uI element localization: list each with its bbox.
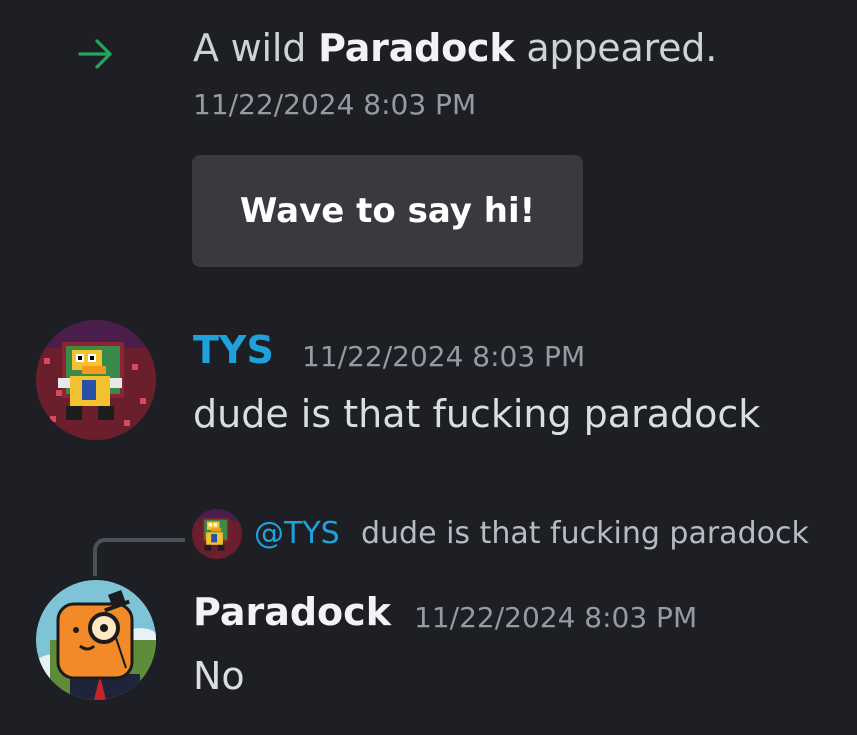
message-content: No	[193, 654, 245, 698]
orange-monocle-bot-avatar-icon	[36, 580, 156, 700]
username-tys[interactable]: TYS	[193, 328, 274, 372]
join-prefix: A wild	[193, 26, 319, 70]
join-timestamp: 11/22/2024 8:03 PM	[193, 88, 477, 121]
join-message-text: A wild Paradock appeared.	[193, 26, 717, 70]
reply-avatar-tys[interactable]	[192, 509, 242, 559]
message-timestamp: 11/22/2024 8:03 PM	[302, 340, 586, 373]
pixel-duck-avatar-small-icon	[192, 509, 242, 559]
reply-mention[interactable]: @TYS	[254, 516, 340, 551]
join-suffix: appeared.	[514, 26, 718, 70]
message-content: dude is that fucking paradock	[193, 392, 761, 436]
pixel-duck-avatar-icon	[36, 320, 156, 440]
joined-username[interactable]: Paradock	[318, 26, 515, 70]
reply-spine	[93, 538, 185, 576]
reply-preview-text[interactable]: dude is that fucking paradock	[361, 516, 809, 551]
username-paradock[interactable]: Paradock	[193, 590, 391, 634]
avatar-paradock[interactable]	[36, 580, 156, 700]
message-timestamp: 11/22/2024 8:03 PM	[414, 601, 698, 634]
join-arrow-icon	[78, 39, 112, 69]
chat-messages: A wild Paradock appeared. 11/22/2024 8:0…	[0, 0, 857, 735]
wave-to-say-hi-button[interactable]: Wave to say hi!	[192, 155, 583, 267]
avatar-tys[interactable]	[36, 320, 156, 440]
